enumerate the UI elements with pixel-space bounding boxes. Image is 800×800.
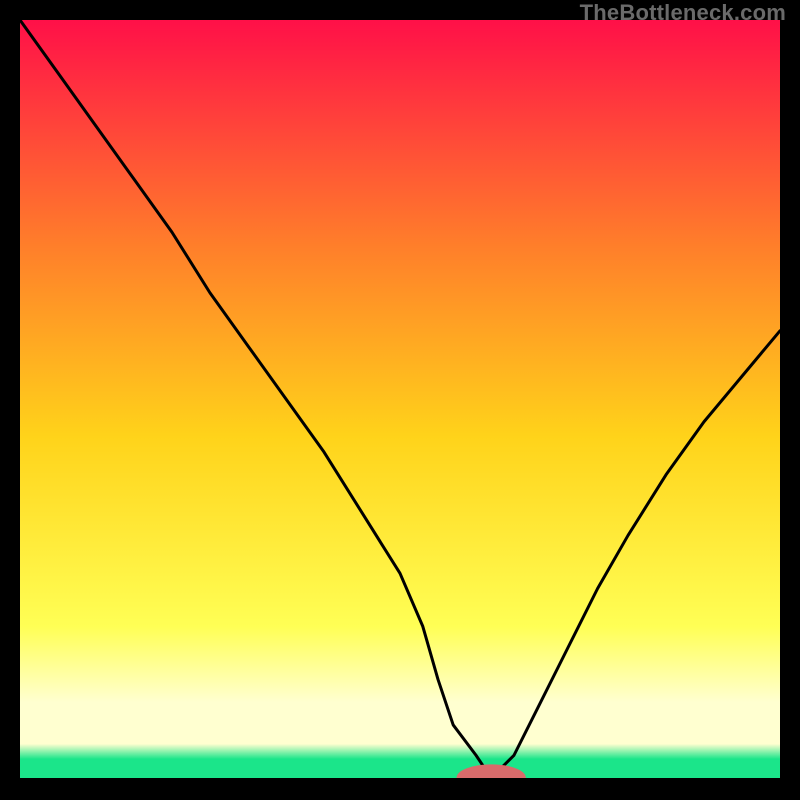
gradient-background: [20, 20, 780, 778]
plot-area: [20, 20, 780, 778]
plot-svg: [20, 20, 780, 778]
watermark-text: TheBottleneck.com: [580, 0, 786, 26]
frame: TheBottleneck.com: [0, 0, 800, 800]
